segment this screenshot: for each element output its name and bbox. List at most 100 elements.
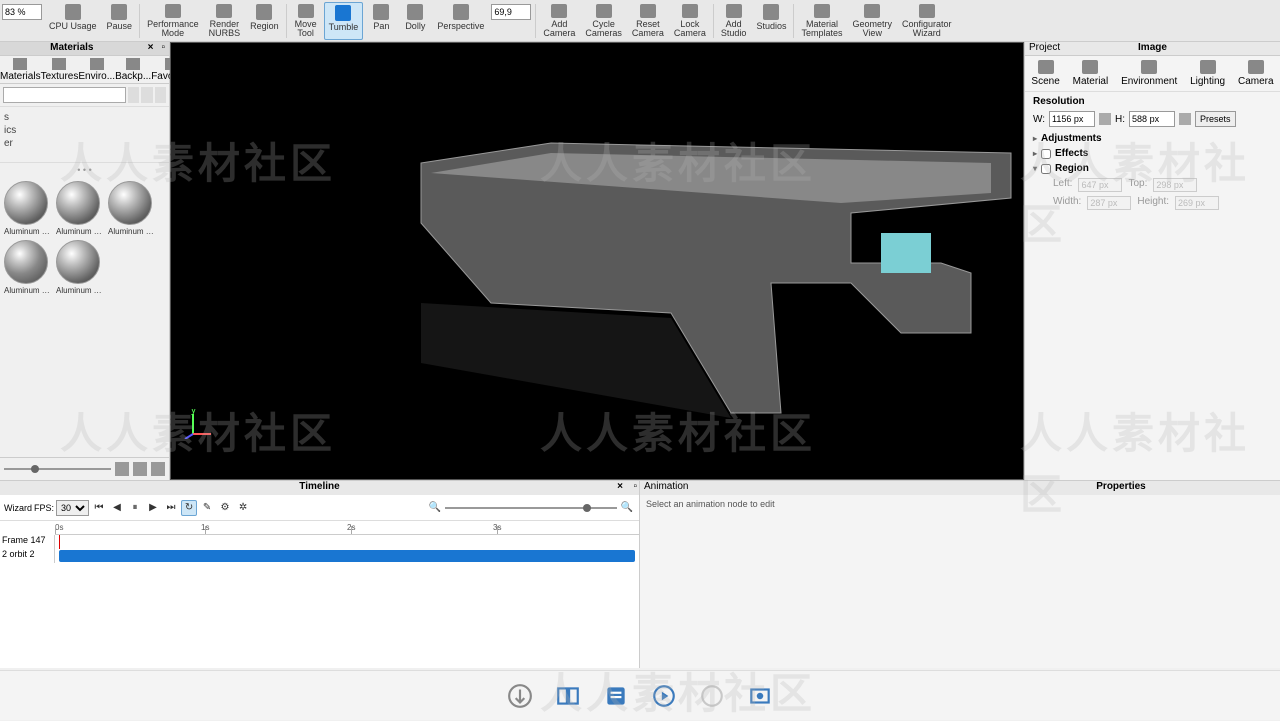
zoom-input[interactable] xyxy=(2,4,42,20)
timeline-zoom-slider[interactable] xyxy=(445,507,617,509)
effects-checkbox[interactable] xyxy=(1041,149,1051,159)
pause-button[interactable]: Pause xyxy=(103,2,137,40)
performance-mode-button[interactable]: Performance Mode xyxy=(143,2,203,40)
app-project-icon[interactable] xyxy=(599,679,633,713)
tumble-button[interactable]: Tumble xyxy=(324,2,364,40)
timeline-undock-icon[interactable]: ▫ xyxy=(633,481,637,492)
material-templates-button[interactable]: Material Templates xyxy=(797,2,846,40)
region-width-label: Width: xyxy=(1053,196,1081,210)
width-input[interactable] xyxy=(1049,111,1095,127)
search-folder-icon[interactable] xyxy=(128,87,139,103)
prev-frame-button[interactable]: ◀ xyxy=(109,500,125,516)
upload-icon[interactable] xyxy=(133,462,147,476)
region-button[interactable]: Region xyxy=(246,2,283,40)
track-clip[interactable] xyxy=(59,550,635,562)
curve-button[interactable]: ✎ xyxy=(199,500,215,516)
move-icon xyxy=(298,4,314,18)
pause-button[interactable]: ⏸ xyxy=(127,500,143,516)
tab-materials[interactable]: Materials xyxy=(0,56,41,83)
configurator-wizard-button[interactable]: Configurator Wizard xyxy=(898,2,956,40)
dolly-button[interactable]: Dolly xyxy=(399,2,431,40)
region-checkbox[interactable] xyxy=(1041,164,1051,174)
region-left-input[interactable] xyxy=(1078,178,1122,192)
move-tool-button[interactable]: Move Tool xyxy=(290,2,322,40)
presets-button[interactable]: Presets xyxy=(1195,111,1236,127)
timeline-area[interactable]: 0s 1s 2s 3s Frame 147 2 orbit 2 xyxy=(0,521,639,668)
app-import-icon[interactable] xyxy=(503,679,537,713)
region-height-label: Height: xyxy=(1137,196,1169,210)
region-width-input[interactable] xyxy=(1087,196,1131,210)
subtab-environment[interactable]: Environment xyxy=(1121,60,1177,87)
cycle-cameras-button[interactable]: Cycle Cameras xyxy=(581,2,626,40)
app-bar xyxy=(0,670,1280,720)
material-sphere-icon xyxy=(4,240,48,284)
timeline-close-icon[interactable]: × xyxy=(617,481,623,492)
thumbnail-size-slider[interactable] xyxy=(4,468,111,470)
render-nurbs-button[interactable]: Render NURBS xyxy=(205,2,245,40)
materials-divider[interactable]: • • • xyxy=(0,163,169,177)
geometry-view-button[interactable]: Geometry View xyxy=(849,2,897,40)
app-vr-icon[interactable] xyxy=(695,679,729,713)
track-label[interactable]: 2 orbit 2 xyxy=(0,549,55,563)
fps-select[interactable]: 30 xyxy=(56,500,89,516)
coord-input[interactable] xyxy=(491,4,531,20)
playhead[interactable] xyxy=(59,535,60,549)
panel-undock-icon[interactable]: ▫ xyxy=(157,42,169,53)
subtab-material[interactable]: Material xyxy=(1073,60,1109,87)
material-item[interactable]: Aluminum P... xyxy=(56,181,104,236)
material-item[interactable]: Aluminum B... xyxy=(4,181,52,236)
settings-button[interactable]: ⚙ xyxy=(217,500,233,516)
model-geometry xyxy=(291,103,1031,423)
panel-close-icon[interactable]: × xyxy=(144,42,158,53)
height-input[interactable] xyxy=(1129,111,1175,127)
go-start-button[interactable]: ⏮ xyxy=(91,500,107,516)
fit-icon[interactable] xyxy=(1179,113,1191,125)
materials-tree[interactable]: s ics er xyxy=(0,107,169,163)
effects-header[interactable]: ▸Effects xyxy=(1033,146,1272,161)
material-item[interactable]: Aluminum R... xyxy=(108,181,156,236)
viewport-3d[interactable]: y xyxy=(170,42,1024,480)
search-tree-icon[interactable] xyxy=(141,87,152,103)
zoom-in-icon[interactable]: 🔍 xyxy=(619,500,635,516)
link-aspect-icon[interactable] xyxy=(1099,113,1111,125)
material-item[interactable]: Aluminum T... xyxy=(56,240,104,295)
tab-environments[interactable]: Enviro... xyxy=(78,56,115,83)
lock-camera-button[interactable]: Lock Camera xyxy=(670,2,710,40)
add-studio-button[interactable]: Add Studio xyxy=(717,2,751,40)
wizard-label[interactable]: Wizard xyxy=(4,503,32,513)
region-height-input[interactable] xyxy=(1175,196,1219,210)
pan-button[interactable]: Pan xyxy=(365,2,397,40)
material-item[interactable]: Aluminum R... xyxy=(4,240,52,295)
region-header[interactable]: ▾Region xyxy=(1033,161,1272,176)
app-library-icon[interactable] xyxy=(551,679,585,713)
play-button[interactable]: ▶ xyxy=(145,500,161,516)
tab-textures[interactable]: Textures xyxy=(41,56,79,83)
region-top-input[interactable] xyxy=(1153,178,1197,192)
timeline-ruler[interactable]: 0s 1s 2s 3s xyxy=(55,521,639,535)
nurbs-icon xyxy=(216,4,232,18)
tab-backplates[interactable]: Backp... xyxy=(115,56,151,83)
loop-button[interactable]: ↻ xyxy=(181,500,197,516)
materials-search-input[interactable] xyxy=(3,87,126,103)
list-icon[interactable] xyxy=(151,462,165,476)
adjustments-header[interactable]: ▸Adjustments xyxy=(1033,131,1272,146)
tab-image[interactable]: Image xyxy=(1111,42,1193,55)
subtab-scene[interactable]: Scene xyxy=(1031,60,1059,87)
search-icon[interactable] xyxy=(115,462,129,476)
perspective-button[interactable]: Perspective xyxy=(433,2,488,40)
reset-camera-button[interactable]: Reset Camera xyxy=(628,2,668,40)
gear2-button[interactable]: ✲ xyxy=(235,500,251,516)
tab-properties[interactable]: Properties xyxy=(962,481,1280,495)
cpu-usage-button[interactable]: CPU Usage xyxy=(45,2,101,40)
tab-animation[interactable]: Animation xyxy=(640,481,962,495)
subtab-camera[interactable]: Camera xyxy=(1238,60,1274,87)
subtab-lighting[interactable]: Lighting xyxy=(1190,60,1225,87)
zoom-out-icon[interactable]: 🔍 xyxy=(427,500,443,516)
search-refresh-icon[interactable] xyxy=(155,87,166,103)
go-end-button[interactable]: ⏭ xyxy=(163,500,179,516)
studios-button[interactable]: Studios xyxy=(752,2,790,40)
app-animation-icon[interactable] xyxy=(647,679,681,713)
app-render-icon[interactable] xyxy=(743,679,777,713)
add-camera-button[interactable]: Add Camera xyxy=(539,2,579,40)
tab-project[interactable]: Project xyxy=(1025,42,1111,55)
